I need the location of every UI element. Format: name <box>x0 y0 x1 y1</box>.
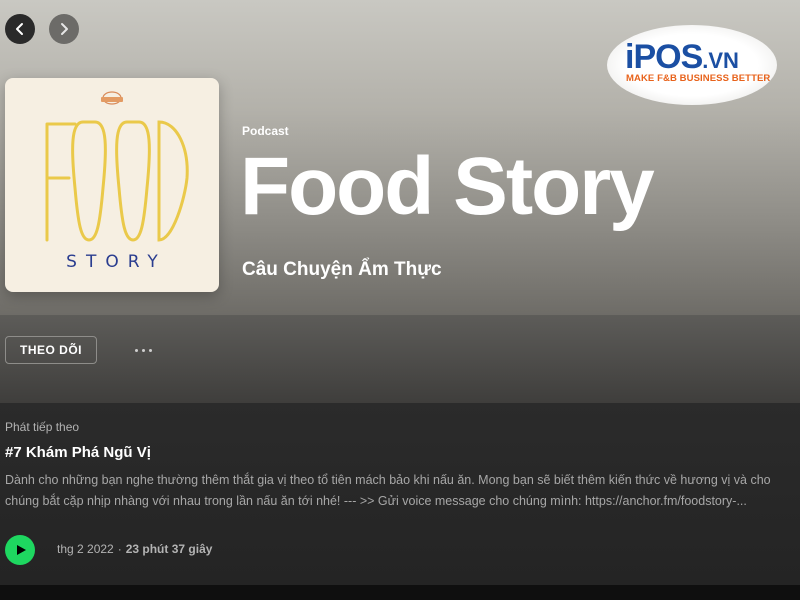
cover-story-word: STORY <box>66 252 167 272</box>
episode-date: thg 2 2022 <box>57 542 114 556</box>
meta-separator: · <box>117 542 122 556</box>
up-next-label: Phát tiếp theo <box>5 420 80 434</box>
play-icon <box>17 545 26 555</box>
podcast-title: Food Story <box>240 141 655 232</box>
play-button[interactable] <box>5 535 35 565</box>
follow-button[interactable]: THEO DÕI <box>5 336 97 364</box>
episode-meta: thg 2 2022 · 23 phút 37 giây <box>57 542 212 556</box>
action-bar <box>0 315 800 403</box>
watermark-tagline: MAKE F&B BUSINESS BETTER <box>626 73 771 84</box>
more-horizontal-icon <box>141 348 145 352</box>
forward-button[interactable] <box>49 14 79 44</box>
watermark-brand: iPOS.VN <box>625 38 739 76</box>
podcast-subtitle[interactable]: Câu Chuyện Ẩm Thực <box>242 259 442 281</box>
bottom-strip <box>0 585 800 600</box>
more-horizontal-icon <box>134 348 138 352</box>
chevron-right-icon <box>61 23 68 35</box>
episode-title[interactable]: #7 Khám Phá Ngũ Vị <box>5 444 151 461</box>
episode-duration: 23 phút 37 giây <box>125 542 213 556</box>
more-horizontal-icon <box>148 348 152 352</box>
back-button[interactable] <box>5 14 35 44</box>
more-options-button[interactable] <box>128 340 158 360</box>
podcast-cover-art: STORY <box>5 78 219 292</box>
content-type-label: Podcast <box>242 124 289 138</box>
episode-description: Dành cho những bạn nghe thường thêm thắt… <box>5 473 771 508</box>
chevron-left-icon <box>16 23 23 35</box>
